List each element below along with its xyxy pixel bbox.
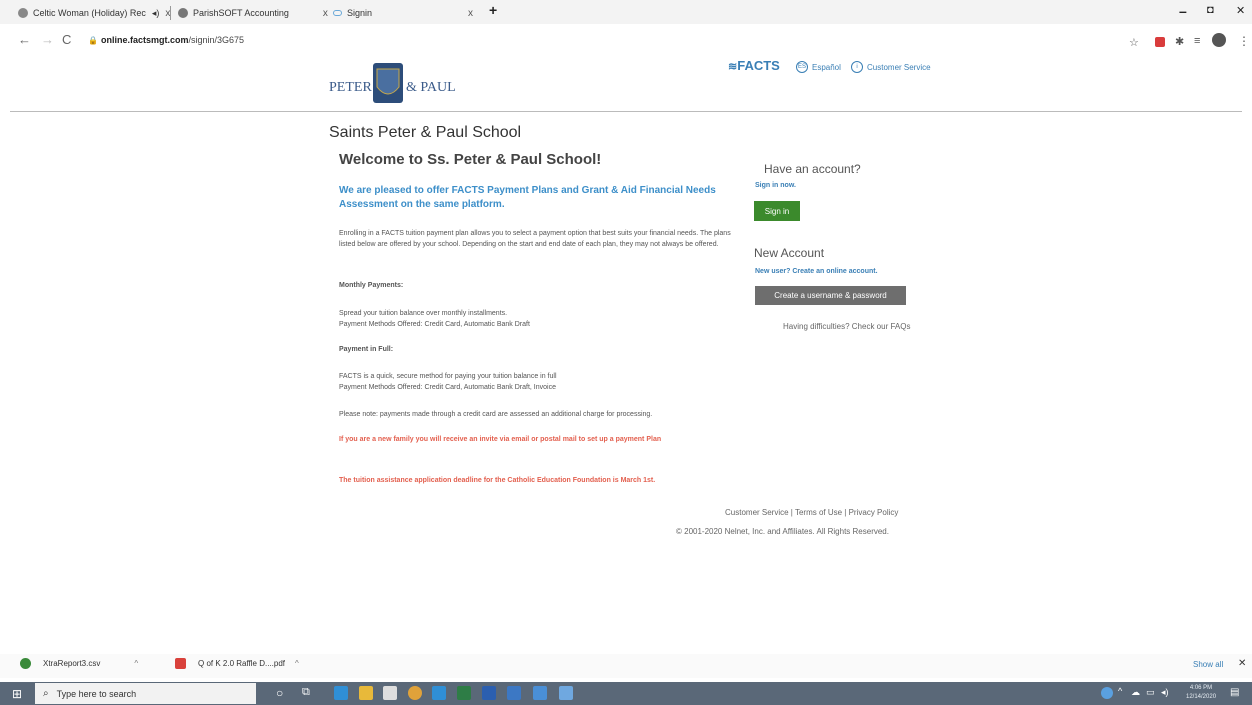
mute-icon[interactable]: ◂)	[152, 8, 160, 19]
faq-help-link[interactable]: Having difficulties? Check our FAQs	[783, 322, 910, 331]
network-icon[interactable]: ☁	[1131, 687, 1140, 698]
pinterest-icon	[18, 8, 28, 18]
facts-swoosh-icon: ≋	[728, 61, 738, 73]
download-item[interactable]: Q of K 2.0 Raffle D....pdf ^	[175, 658, 299, 669]
tab-title: Celtic Woman (Holiday) Rec	[33, 8, 146, 18]
chevron-up-icon[interactable]: ^	[295, 659, 299, 668]
edge-icon[interactable]	[334, 686, 348, 700]
tab-title: Signin	[347, 8, 373, 18]
facts-tab-icon	[333, 10, 342, 16]
url-path: /signin/3G675	[188, 35, 245, 45]
csv-file-icon	[20, 658, 31, 669]
have-account-heading: Have an account?	[764, 162, 861, 176]
address-bar[interactable]: online.factsmgt.com/signin/3G675	[101, 35, 244, 45]
excel-icon[interactable]	[457, 686, 471, 700]
globe-icon	[178, 8, 188, 18]
tab-signin[interactable]: Signin x	[333, 4, 473, 22]
create-account-link[interactable]: New user? Create an online account.	[755, 268, 878, 275]
star-bookmark-icon[interactable]: ☆	[1129, 36, 1139, 49]
url-host: online.factsmgt.com	[101, 35, 189, 45]
monthly-methods: Payment Methods Offered: Credit Card, Au…	[339, 321, 530, 328]
language-icon: ES	[796, 61, 808, 73]
file-explorer-icon[interactable]	[359, 686, 373, 700]
close-window-button[interactable]: ✕	[1236, 4, 1245, 17]
profile-avatar-icon[interactable]	[1212, 33, 1226, 47]
app-icon[interactable]	[507, 686, 521, 700]
volume-icon[interactable]: ◂)	[1161, 687, 1169, 698]
tab-title: ParishSOFT Accounting	[193, 8, 289, 18]
tab-divider	[170, 6, 171, 20]
sign-in-button[interactable]: Sign in	[754, 201, 800, 221]
create-account-button[interactable]: Create a username & password	[755, 286, 906, 305]
info-icon: i	[851, 61, 863, 73]
taskbar-clock[interactable]: 4:06 PM 12/14/2020	[1186, 684, 1216, 702]
header-divider	[10, 111, 1242, 112]
app-icon[interactable]	[559, 686, 573, 700]
outlook-icon[interactable]	[432, 686, 446, 700]
new-family-notice: If you are a new family you will receive…	[339, 436, 662, 443]
app-icon[interactable]	[533, 686, 547, 700]
school-logo[interactable]: PETER & PAUL	[327, 61, 463, 105]
forward-arrow-icon[interactable]: →	[41, 32, 54, 47]
sign-in-now-link[interactable]: Sign in now.	[755, 182, 796, 189]
customer-service-link[interactable]: i Customer Service	[851, 61, 931, 73]
new-tab-button[interactable]: +	[489, 2, 497, 18]
cortana-icon[interactable]: ○	[276, 686, 283, 700]
tab-parishsoft[interactable]: ParishSOFT Accounting x	[178, 4, 328, 22]
extension-icon[interactable]	[1155, 37, 1165, 47]
chrome-icon[interactable]	[408, 686, 422, 700]
chevron-up-icon[interactable]: ^	[134, 659, 138, 668]
close-tab-icon[interactable]: x	[323, 8, 328, 19]
close-downloads-icon[interactable]: ✕	[1238, 658, 1246, 669]
reload-icon[interactable]: C	[62, 32, 71, 47]
menu-kebab-icon[interactable]: ⋮	[1238, 34, 1250, 48]
full-payment-methods: Payment Methods Offered: Credit Card, Au…	[339, 384, 556, 391]
tab-celtic-woman[interactable]: Celtic Woman (Holiday) Rec ◂) x	[18, 4, 170, 22]
battery-icon[interactable]: ▭	[1146, 687, 1155, 698]
download-item[interactable]: XtraReport3.csv ^	[20, 658, 138, 669]
reading-list-icon[interactable]: ≡	[1194, 35, 1200, 47]
task-view-icon[interactable]: ⧉	[302, 686, 310, 699]
taskbar-search[interactable]: ⌕ Type here to search	[35, 683, 256, 704]
offer-text: We are pleased to offer FACTS Payment Pl…	[339, 185, 716, 210]
footer-links[interactable]: Customer Service | Terms of Use | Privac…	[725, 508, 898, 517]
intro-paragraph: Enrolling in a FACTS tuition payment pla…	[339, 230, 731, 248]
new-account-heading: New Account	[754, 246, 825, 260]
monthly-description: Spread your tuition balance over monthly…	[339, 310, 508, 317]
store-icon[interactable]	[383, 686, 397, 700]
word-icon[interactable]	[482, 686, 496, 700]
facts-logo[interactable]: ≋FACTS	[728, 58, 780, 73]
svg-text:PETER: PETER	[329, 80, 372, 95]
welcome-heading: Welcome to Ss. Peter & Paul School!	[339, 151, 602, 168]
tray-app-icon[interactable]	[1101, 687, 1113, 699]
svg-text:& PAUL: & PAUL	[406, 80, 456, 95]
close-tab-icon[interactable]: x	[468, 8, 473, 19]
search-icon: ⌕	[43, 688, 49, 699]
deadline-notice: The tuition assistance application deadl…	[339, 477, 656, 484]
credit-card-note: Please note: payments made through a cre…	[339, 411, 653, 418]
maximize-button[interactable]: ◘	[1207, 4, 1214, 16]
pdf-file-icon	[175, 658, 186, 669]
full-payment-description: FACTS is a quick, secure method for payi…	[339, 373, 557, 380]
notification-icon[interactable]: ▤	[1230, 687, 1239, 698]
tray-chevron-icon[interactable]: ^	[1118, 686, 1122, 696]
full-payment-heading: Payment in Full:	[339, 346, 394, 353]
monthly-heading: Monthly Payments:	[339, 282, 404, 289]
show-all-link[interactable]: Show all	[1193, 660, 1223, 669]
copyright-text: © 2001-2020 Nelnet, Inc. and Affiliates.…	[676, 527, 889, 536]
windows-start-icon[interactable]: ⊞	[9, 686, 25, 702]
back-arrow-icon[interactable]: ←	[18, 32, 31, 47]
lock-icon: 🔒	[88, 36, 98, 45]
page-title: Saints Peter & Paul School	[329, 124, 522, 141]
minimize-button[interactable]: –	[1179, 3, 1187, 19]
puzzle-extension-icon[interactable]: ✱	[1175, 35, 1184, 48]
espanol-link[interactable]: ES Español	[796, 61, 841, 73]
